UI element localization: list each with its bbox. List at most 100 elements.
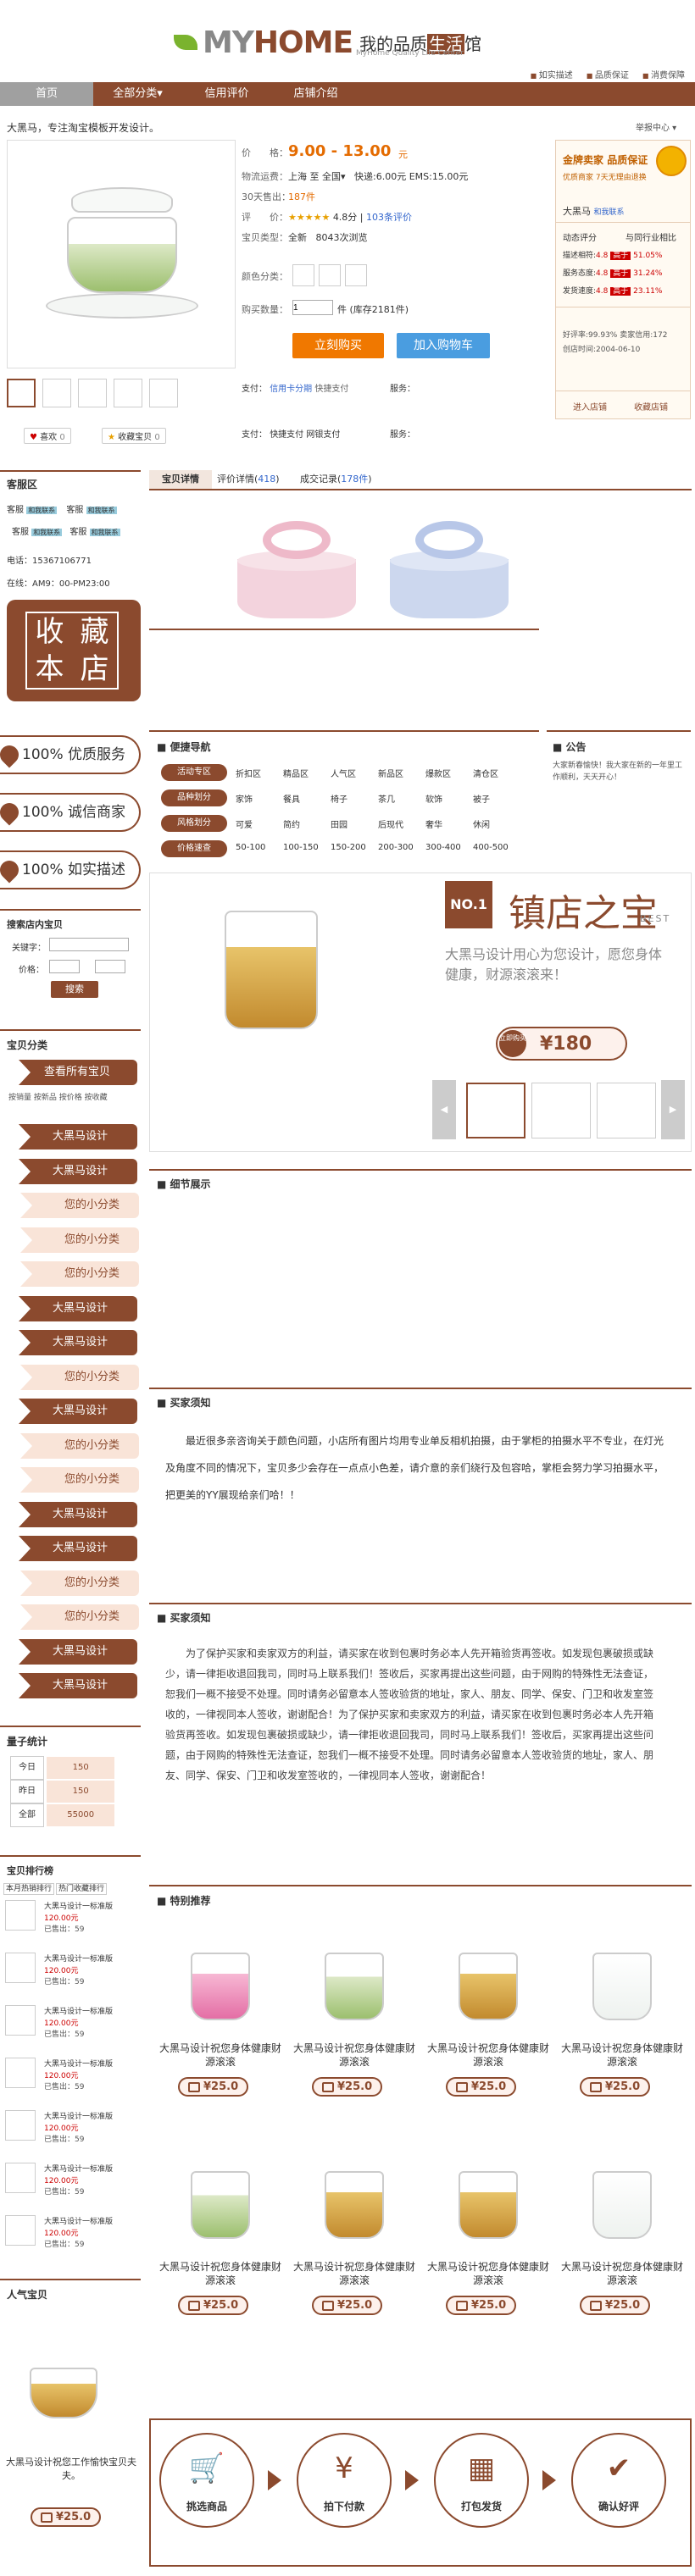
quicknav-link[interactable]: 田园 — [331, 817, 348, 830]
rank-thumb[interactable] — [5, 2058, 36, 2088]
hot-product-image[interactable] — [30, 2368, 97, 2418]
banner-thumb-3[interactable] — [597, 1083, 656, 1138]
product-image[interactable] — [459, 1953, 518, 2020]
quicknav-link[interactable]: 50-100 — [236, 843, 265, 852]
category-main[interactable]: 大黑马设计 — [19, 1501, 137, 1527]
category-sub[interactable]: 您的小分类 — [20, 1432, 139, 1459]
product-name[interactable]: 大黑马设计祝您身体健康财源滚滚 — [291, 2260, 418, 2287]
quicknav-link[interactable]: 精品区 — [283, 767, 309, 779]
product-price-button[interactable]: ¥25.0 — [312, 2296, 383, 2315]
report-link[interactable]: 举报中心 ▾ — [636, 120, 676, 133]
rank-thumb[interactable] — [5, 1900, 36, 1931]
color-option-1[interactable] — [292, 264, 314, 286]
banner-thumb-1[interactable] — [466, 1083, 525, 1138]
quicknav-link[interactable]: 后现代 — [378, 817, 403, 830]
nav-home[interactable]: 首页 — [0, 82, 93, 106]
rank-tab-hot[interactable]: 本月热销排行 — [3, 1883, 55, 1895]
quicknav-link[interactable]: 爆款区 — [425, 767, 451, 779]
rank-thumb[interactable] — [5, 2163, 36, 2193]
nav-all-categories[interactable]: 全部分类▾ — [93, 82, 182, 106]
keyword-input[interactable] — [49, 938, 129, 951]
quicknav-link[interactable]: 折扣区 — [236, 767, 261, 779]
rank-name[interactable]: 大黑马设计一标准版 — [44, 2215, 113, 2226]
hot-price-button[interactable]: ¥25.0 — [31, 2507, 102, 2527]
quicknav-link[interactable]: 简约 — [283, 817, 300, 830]
quicknav-link[interactable]: 餐具 — [283, 792, 300, 805]
category-main[interactable]: 大黑马设计 — [19, 1399, 137, 1424]
category-sub[interactable]: 您的小分类 — [20, 1467, 139, 1493]
quicknav-link[interactable]: 人气区 — [331, 767, 356, 779]
thumb-2[interactable] — [42, 379, 71, 407]
product-price-button[interactable]: ¥25.0 — [446, 2296, 517, 2315]
next-arrow-icon[interactable]: ▶ — [661, 1080, 685, 1139]
enter-shop-link[interactable]: 进入店铺 — [573, 400, 607, 413]
price-max-input[interactable] — [95, 960, 125, 973]
add-to-cart-button[interactable]: 加入购物车 — [397, 333, 490, 358]
quicknav-link[interactable]: 400-500 — [473, 843, 509, 852]
quicknav-link[interactable]: 清仓区 — [473, 767, 498, 779]
main-image[interactable] — [7, 140, 236, 368]
tab-records[interactable]: 成交记录(178件) — [300, 470, 372, 489]
quicknav-link[interactable]: 新品区 — [378, 767, 403, 779]
collect-store-box[interactable]: 收藏本店 — [7, 600, 141, 701]
tab-detail[interactable]: 宝贝详情 — [149, 470, 212, 490]
product-name[interactable]: 大黑马设计祝您身体健康财源滚滚 — [291, 2041, 418, 2069]
quicknav-link[interactable]: 软饰 — [425, 792, 442, 805]
quicknav-link[interactable]: 奢华 — [425, 817, 442, 830]
thumb-1[interactable] — [7, 379, 36, 407]
nav-reviews[interactable]: 信用评价 — [182, 82, 271, 106]
category-sub[interactable]: 您的小分类 — [20, 1193, 139, 1218]
category-main[interactable]: 大黑马设计 — [19, 1330, 137, 1355]
rank-name[interactable]: 大黑马设计一标准版 — [44, 2005, 113, 2016]
rank-thumb[interactable] — [5, 2215, 36, 2246]
quicknav-link[interactable]: 200-300 — [378, 843, 414, 852]
product-name[interactable]: 大黑马设计祝您身体健康财源滚滚 — [425, 2260, 552, 2287]
category-main[interactable]: 大黑马设计 — [19, 1673, 137, 1698]
rank-name[interactable]: 大黑马设计一标准版 — [44, 1953, 113, 1964]
product-image[interactable] — [592, 2171, 652, 2239]
product-name[interactable]: 大黑马设计祝您身体健康财源滚滚 — [559, 2260, 686, 2287]
category-sub[interactable]: 您的小分类 — [20, 1227, 139, 1253]
product-image[interactable] — [459, 2171, 518, 2239]
collect-shop-link[interactable]: 收藏店铺 — [634, 400, 668, 413]
category-sub[interactable]: 您的小分类 — [20, 1604, 139, 1630]
quicknav-link[interactable]: 可爱 — [236, 817, 253, 830]
rank-name[interactable]: 大黑马设计一标准版 — [44, 2110, 113, 2121]
search-button[interactable]: 搜索 — [51, 981, 98, 998]
color-option-3[interactable] — [345, 264, 367, 286]
thumb-4[interactable] — [114, 379, 142, 407]
product-name[interactable]: 大黑马设计祝您身体健康财源滚滚 — [157, 2260, 284, 2287]
quicknav-link[interactable]: 300-400 — [425, 843, 461, 852]
quicknav-link[interactable]: 被子 — [473, 792, 490, 805]
quicknav-link[interactable]: 茶几 — [378, 792, 395, 805]
product-price-button[interactable]: ¥25.0 — [446, 2077, 517, 2097]
thumb-5[interactable] — [149, 379, 178, 407]
rank-name[interactable]: 大黑马设计一标准版 — [44, 2058, 113, 2069]
buy-now-button[interactable]: 立刻购买 — [292, 333, 384, 358]
rank-thumb[interactable] — [5, 2005, 36, 2036]
rank-thumb[interactable] — [5, 1953, 36, 1983]
rank-thumb[interactable] — [5, 2110, 36, 2141]
category-sub[interactable]: 您的小分类 — [20, 1261, 139, 1287]
product-image[interactable] — [191, 1953, 250, 2020]
thumb-3[interactable] — [78, 379, 107, 407]
top-link[interactable]: 消费保障 — [642, 68, 685, 80]
color-option-2[interactable] — [319, 264, 341, 286]
product-price-button[interactable]: ¥25.0 — [178, 2077, 249, 2097]
banner-thumb-2[interactable] — [531, 1083, 591, 1138]
category-main[interactable]: 大黑马设计 — [19, 1295, 137, 1321]
collect-button[interactable]: ★ 收藏宝贝 0 — [102, 428, 166, 444]
banner-buy-button[interactable]: 立即购买 ¥180 — [496, 1027, 627, 1061]
category-main[interactable]: 大黑马设计 — [19, 1158, 137, 1184]
product-image[interactable] — [325, 1953, 384, 2020]
product-image[interactable] — [325, 2171, 384, 2239]
tab-reviews[interactable]: 评价详情(418) — [217, 470, 280, 489]
product-price-button[interactable]: ¥25.0 — [580, 2077, 651, 2097]
product-name[interactable]: 大黑马设计祝您身体健康财源滚滚 — [157, 2041, 284, 2069]
quicknav-link[interactable]: 椅子 — [331, 792, 348, 805]
quicknav-link[interactable]: 休闲 — [473, 817, 490, 830]
prev-arrow-icon[interactable]: ◀ — [432, 1080, 456, 1139]
product-price-button[interactable]: ¥25.0 — [178, 2296, 249, 2315]
product-name[interactable]: 大黑马设计祝您身体健康财源滚滚 — [425, 2041, 552, 2069]
fav-button[interactable]: ♥ 喜欢 0 — [24, 428, 71, 444]
